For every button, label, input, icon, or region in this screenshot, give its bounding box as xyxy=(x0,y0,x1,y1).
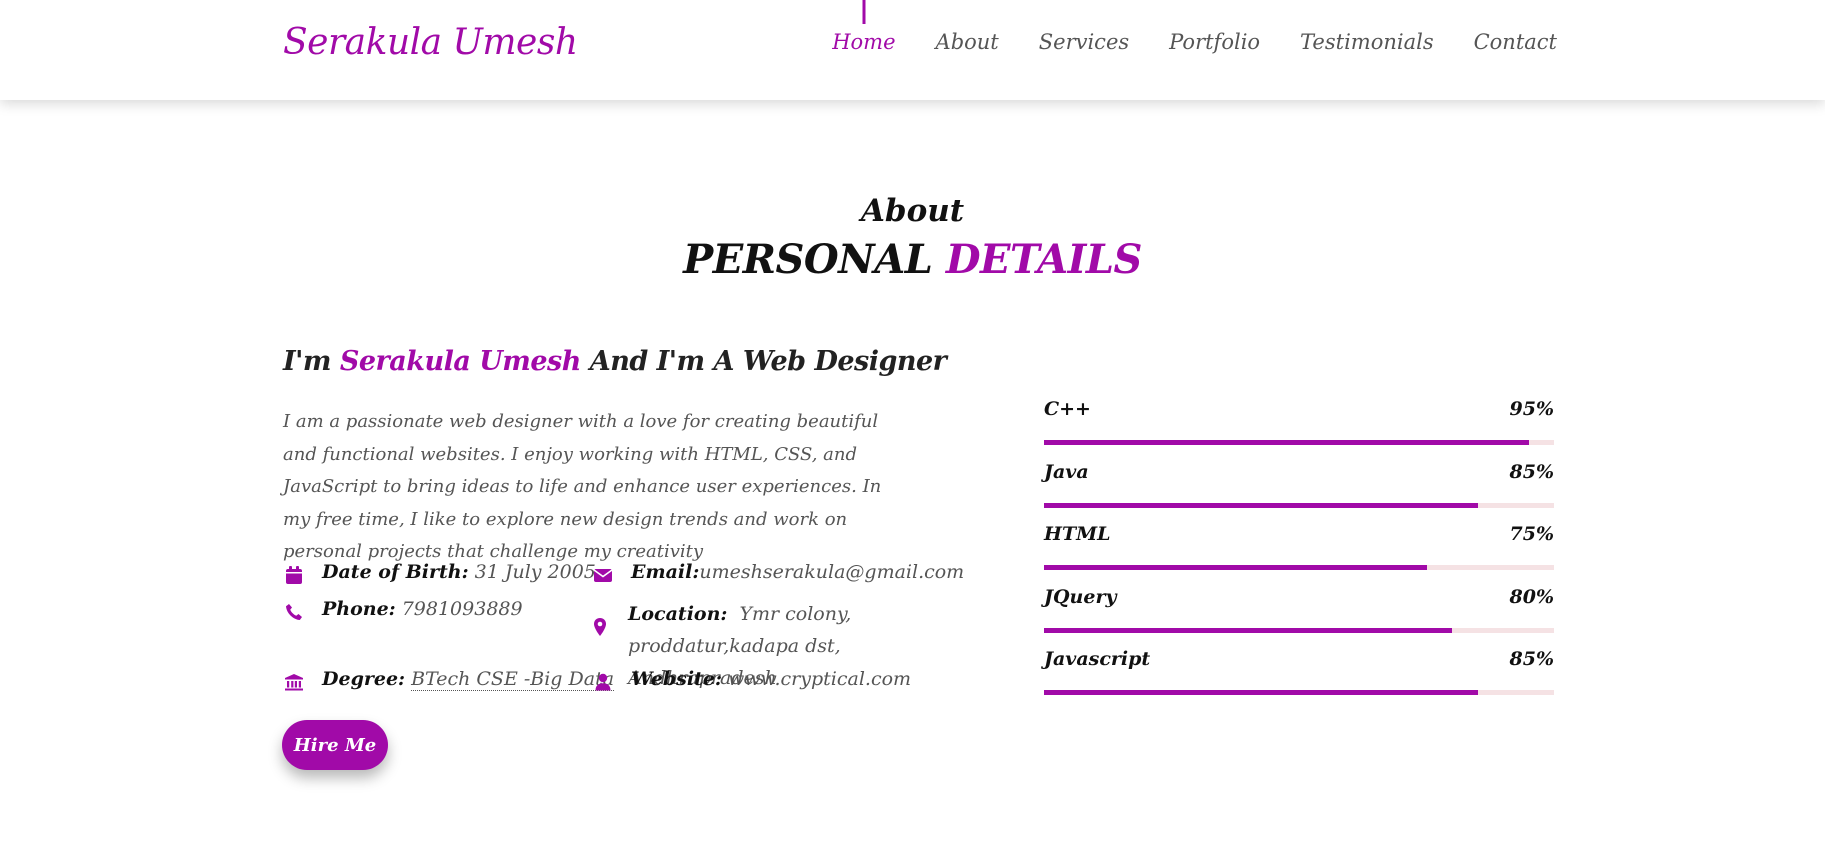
info-degree: Degree: BTech CSE -Big Data xyxy=(283,668,615,693)
intro-suffix: And I'm A Web Designer xyxy=(589,346,947,377)
skill-name: HTML xyxy=(1044,523,1111,545)
hire-me-button[interactable]: Hire Me xyxy=(282,720,388,770)
skill-percent: 85% xyxy=(1509,460,1555,483)
skill-head: JQuery 80% xyxy=(1044,586,1554,608)
nav-about[interactable]: About xyxy=(936,30,999,54)
info-dob: Date of Birth: 31 July 2005 xyxy=(283,561,596,586)
skill-fill xyxy=(1044,627,1452,633)
degree-label: Degree: xyxy=(322,668,406,690)
skill-javascript: Javascript 85% xyxy=(1044,648,1554,711)
nav-home[interactable]: Home xyxy=(832,0,896,54)
skill-fill xyxy=(1044,690,1478,695)
phone-icon xyxy=(283,601,305,623)
nav-testimonials[interactable]: Testimonials xyxy=(1300,30,1434,54)
skill-track xyxy=(1044,440,1554,445)
degree-value: BTech CSE -Big Data xyxy=(411,668,615,691)
skill-cpp: C++ 95% xyxy=(1044,398,1554,461)
skill-track xyxy=(1044,627,1554,633)
skill-jquery: JQuery 80% xyxy=(1044,586,1554,649)
website-label: Website: xyxy=(631,668,722,690)
nav-home-label: Home xyxy=(832,30,896,54)
skill-fill xyxy=(1044,440,1529,445)
section-subtitle: About xyxy=(860,193,965,229)
info-email: Email: umeshserakula@gmail.com xyxy=(592,561,964,586)
phone-label: Phone: xyxy=(322,598,396,620)
skill-percent: 80% xyxy=(1509,585,1555,608)
skill-head: Java 85% xyxy=(1044,461,1554,483)
skill-track xyxy=(1044,565,1554,570)
location-label: Location: xyxy=(628,603,728,625)
intro-prefix: I'm xyxy=(283,346,331,377)
skill-name: C++ xyxy=(1044,398,1091,420)
skill-java: Java 85% xyxy=(1044,461,1554,524)
skill-fill xyxy=(1044,502,1478,508)
email-label: Email: xyxy=(631,561,700,583)
phone-value: 7981093889 xyxy=(401,598,523,620)
skill-fill xyxy=(1044,565,1427,570)
skills-list: C++ 95% Java 85% HTML 75% JQuery 80% Jav… xyxy=(1044,398,1554,711)
nav-services[interactable]: Services xyxy=(1039,30,1129,54)
info-website: Website: www.cryptical.com xyxy=(592,668,911,693)
skill-track xyxy=(1044,690,1554,695)
user-icon xyxy=(592,671,614,693)
info-phone: Phone: 7981093889 xyxy=(283,598,523,623)
dob-label: Date of Birth: xyxy=(322,561,469,583)
map-marker-icon xyxy=(589,616,611,638)
skill-name: Javascript xyxy=(1044,648,1151,670)
section-title-main: PERSONAL xyxy=(683,236,933,283)
brand-logo[interactable]: Serakula Umesh xyxy=(283,22,578,63)
nav-contact[interactable]: Contact xyxy=(1474,30,1557,54)
skill-head: Javascript 85% xyxy=(1044,648,1554,670)
website-value[interactable]: www.cryptical.com xyxy=(728,668,911,690)
intro-heading: I'm Serakula Umesh And I'm A Web Designe… xyxy=(283,346,947,377)
navbar: Serakula Umesh Home About Services Portf… xyxy=(0,0,1825,100)
skill-percent: 85% xyxy=(1509,648,1555,670)
main-nav: Home About Services Portfolio Testimonia… xyxy=(832,0,1557,54)
envelope-icon xyxy=(592,564,614,586)
nav-portfolio[interactable]: Portfolio xyxy=(1169,30,1260,54)
section-title-accent: DETAILS xyxy=(945,236,1143,283)
bio-paragraph: I am a passionate web designer with a lo… xyxy=(283,411,882,562)
skill-head: HTML 75% xyxy=(1044,523,1554,545)
intro-name: Serakula Umesh xyxy=(339,346,582,377)
skill-name: JQuery xyxy=(1044,585,1117,608)
skill-name: Java xyxy=(1044,460,1089,483)
dob-value: 31 July 2005 xyxy=(474,561,596,583)
email-value[interactable]: umeshserakula@gmail.com xyxy=(699,561,964,583)
calendar-icon xyxy=(283,564,305,586)
section-title: PERSONAL DETAILS xyxy=(0,236,1825,283)
skill-percent: 75% xyxy=(1509,523,1555,545)
active-indicator xyxy=(862,0,866,24)
skill-head: C++ 95% xyxy=(1044,398,1554,420)
university-icon xyxy=(283,671,305,693)
skill-html: HTML 75% xyxy=(1044,523,1554,586)
skill-track xyxy=(1044,502,1554,508)
skill-percent: 95% xyxy=(1509,398,1555,420)
